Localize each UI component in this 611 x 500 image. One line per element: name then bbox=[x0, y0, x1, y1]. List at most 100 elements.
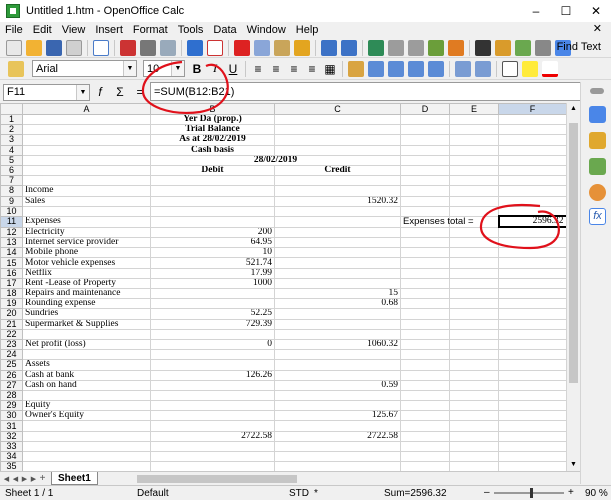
cell[interactable] bbox=[274, 185, 401, 197]
email-icon[interactable] bbox=[66, 39, 82, 56]
cell[interactable] bbox=[449, 185, 499, 197]
cell[interactable] bbox=[449, 440, 499, 453]
row-header[interactable]: 25 bbox=[0, 359, 23, 371]
cell[interactable] bbox=[274, 267, 401, 279]
cell[interactable] bbox=[400, 369, 450, 381]
cell[interactable] bbox=[150, 195, 275, 207]
cell[interactable] bbox=[150, 379, 275, 391]
menu-file[interactable]: File bbox=[0, 24, 28, 36]
first-sheet-icon[interactable]: ◀ bbox=[2, 475, 11, 483]
select-all-corner[interactable] bbox=[0, 103, 23, 115]
cell[interactable] bbox=[150, 359, 275, 371]
cell[interactable] bbox=[449, 134, 499, 146]
cell[interactable]: 0 bbox=[150, 338, 275, 351]
cell[interactable] bbox=[498, 430, 566, 442]
cell[interactable] bbox=[498, 450, 566, 463]
gallery-sidebar-icon[interactable] bbox=[589, 158, 606, 175]
align-center-icon[interactable]: ≡ bbox=[268, 61, 284, 77]
cell[interactable] bbox=[400, 461, 450, 471]
cell[interactable]: Netflix bbox=[22, 267, 151, 279]
cell[interactable] bbox=[274, 369, 401, 381]
new-document-icon[interactable] bbox=[6, 39, 22, 56]
cell[interactable] bbox=[150, 287, 275, 300]
cell[interactable] bbox=[150, 215, 275, 228]
cell[interactable] bbox=[150, 440, 275, 453]
currency-format-icon[interactable] bbox=[348, 60, 364, 77]
row-header[interactable]: 30 bbox=[0, 410, 23, 422]
cell[interactable]: 125.67 bbox=[274, 410, 401, 422]
decrease-indent-icon[interactable] bbox=[455, 60, 471, 77]
cell[interactable] bbox=[498, 277, 566, 290]
cell[interactable] bbox=[498, 205, 566, 217]
cell[interactable] bbox=[400, 328, 450, 340]
cell[interactable] bbox=[22, 349, 151, 361]
cell[interactable] bbox=[22, 450, 151, 463]
column-header-b[interactable]: B bbox=[150, 103, 275, 115]
cell[interactable] bbox=[449, 420, 499, 432]
last-sheet-icon[interactable]: ▶ bbox=[29, 475, 38, 483]
cell[interactable] bbox=[22, 134, 151, 146]
cell[interactable] bbox=[22, 430, 151, 442]
column-header-a[interactable]: A bbox=[22, 103, 151, 115]
scroll-down-icon[interactable]: ▼ bbox=[567, 459, 580, 471]
cell[interactable] bbox=[150, 328, 275, 340]
cell[interactable]: Rent -Lease of Property bbox=[22, 277, 151, 290]
cell[interactable] bbox=[498, 247, 566, 259]
cell[interactable] bbox=[400, 349, 450, 361]
row-header[interactable]: 4 bbox=[0, 144, 23, 156]
cell[interactable] bbox=[22, 461, 151, 471]
row-header[interactable]: 6 bbox=[0, 164, 23, 177]
cell[interactable]: Cash at bank bbox=[22, 369, 151, 381]
chevron-down-icon[interactable]: ▼ bbox=[171, 61, 184, 76]
cell[interactable]: 521.74 bbox=[150, 257, 275, 269]
cell[interactable] bbox=[400, 185, 450, 197]
cell[interactable] bbox=[449, 298, 499, 310]
cell[interactable] bbox=[22, 389, 151, 402]
font-size-box[interactable]: 10 ▼ bbox=[143, 60, 185, 77]
find-text-label[interactable]: Find Text bbox=[557, 41, 601, 53]
cell[interactable]: Debit bbox=[150, 164, 275, 177]
cell[interactable] bbox=[498, 154, 566, 166]
row-header[interactable]: 5 bbox=[0, 154, 23, 166]
cell[interactable] bbox=[449, 328, 499, 340]
row-header[interactable]: 27 bbox=[0, 379, 23, 391]
percent-format-icon[interactable] bbox=[368, 60, 384, 77]
cell[interactable]: 200 bbox=[150, 226, 275, 239]
cell[interactable] bbox=[22, 124, 151, 136]
cell[interactable] bbox=[498, 257, 566, 269]
cell[interactable] bbox=[150, 461, 275, 471]
chart-icon[interactable] bbox=[428, 39, 444, 56]
cell[interactable]: Assets bbox=[22, 359, 151, 371]
cell[interactable] bbox=[449, 430, 499, 442]
font-color-icon[interactable] bbox=[542, 60, 558, 77]
cell[interactable]: 17.99 bbox=[150, 267, 275, 279]
cell[interactable] bbox=[400, 440, 450, 453]
cell-table[interactable]: A B C D E F 1 Yer Da (prop.) 2 Trial Balan… bbox=[0, 103, 566, 471]
cell[interactable] bbox=[449, 389, 499, 402]
cell[interactable]: 28/02/2019 bbox=[150, 154, 401, 166]
row-header[interactable]: 16 bbox=[0, 267, 23, 279]
cell[interactable] bbox=[150, 389, 275, 402]
standard-format-icon[interactable] bbox=[388, 60, 404, 77]
cell[interactable] bbox=[449, 267, 499, 279]
cell[interactable] bbox=[400, 257, 450, 269]
cell[interactable] bbox=[400, 144, 450, 156]
column-header-d[interactable]: D bbox=[400, 103, 450, 115]
row-header[interactable]: 14 bbox=[0, 247, 23, 259]
cell[interactable] bbox=[400, 175, 450, 187]
clone-formatting-icon[interactable] bbox=[294, 39, 310, 56]
cell[interactable] bbox=[400, 308, 450, 320]
cell[interactable] bbox=[449, 379, 499, 391]
menu-help[interactable]: Help bbox=[291, 24, 324, 36]
cell[interactable] bbox=[274, 175, 401, 187]
cell[interactable] bbox=[449, 450, 499, 463]
row-header[interactable]: 9 bbox=[0, 195, 23, 207]
close-icon[interactable]: ✕ bbox=[581, 0, 611, 22]
cell[interactable] bbox=[400, 134, 450, 146]
row-header[interactable]: 26 bbox=[0, 369, 23, 381]
cell[interactable]: Yer Da (prop.) bbox=[150, 113, 275, 126]
cell[interactable]: Motor vehicle expenses bbox=[22, 257, 151, 269]
close-document-icon[interactable]: ✕ bbox=[588, 22, 607, 35]
cell[interactable] bbox=[498, 226, 566, 239]
add-decimal-icon[interactable] bbox=[408, 60, 424, 77]
